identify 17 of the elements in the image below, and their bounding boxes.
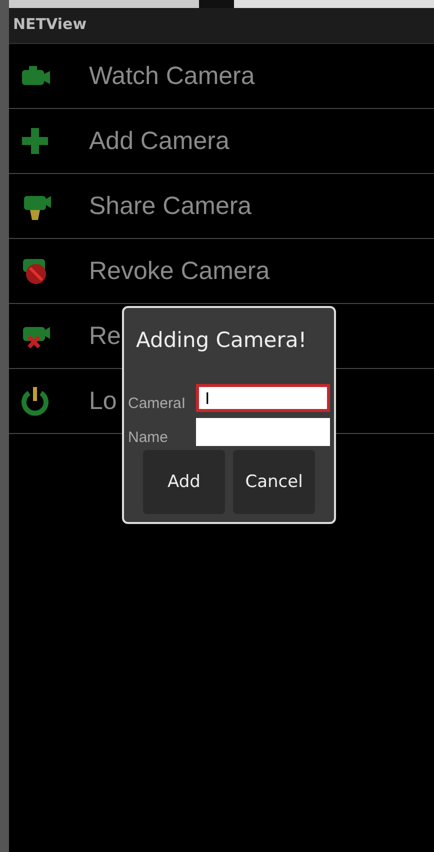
field-label: CameraI <box>128 395 187 412</box>
menu-item[interactable]: Add Camera <box>89 126 230 156</box>
field-label: Name <box>128 429 170 446</box>
camera-icon <box>21 64 51 88</box>
dialog-title: Adding Camera! <box>136 328 308 352</box>
menu-item[interactable]: Revoke Camera <box>89 256 270 286</box>
input-field[interactable]: I <box>196 384 330 412</box>
menu-item[interactable]: Watch Camera <box>89 62 255 90</box>
app-title: NETView <box>13 15 87 33</box>
menu-item[interactable]: Lo <box>89 386 117 416</box>
add-button[interactable]: Add <box>143 450 225 514</box>
input-field[interactable] <box>196 418 330 446</box>
cancel-button[interactable]: Cancel <box>233 450 315 514</box>
power-icon <box>21 386 49 416</box>
plus-icon <box>21 127 49 155</box>
menu-item[interactable]: Share Camera <box>89 192 252 220</box>
menu-item[interactable]: Re <box>89 322 121 350</box>
